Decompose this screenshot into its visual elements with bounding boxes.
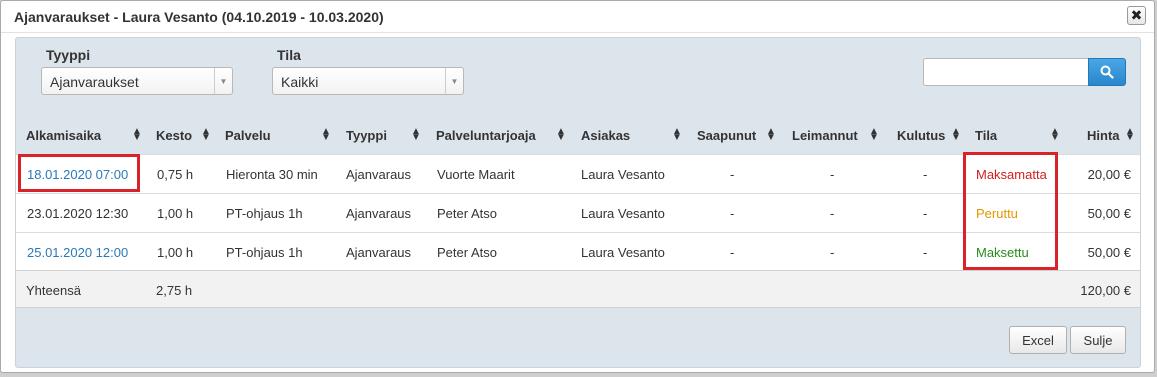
column-header-arrived[interactable]: Saapunut (697, 128, 756, 143)
column-header-service[interactable]: Palvelu (225, 128, 271, 143)
type-select-value: Ajanvaraukset (50, 74, 139, 90)
row-arrived: - (730, 167, 735, 182)
row-status: Maksettu (976, 245, 1029, 260)
row-stamped: - (830, 167, 835, 182)
total-duration: 2,75 h (156, 283, 193, 298)
table-header: Alkamisaika ▲ ▼ Kesto ▲ ▼ Palvelu ▲ ▼ Tyypp… (16, 118, 1140, 154)
chevron-down-icon: ▼ (445, 68, 463, 94)
row-consumption: - (923, 245, 928, 260)
sort-icon[interactable]: ▲ ▼ (556, 127, 566, 143)
table-row: 25.01.2020 12:00 1,00 h PT-ohjaus 1h Aja… (16, 232, 1140, 270)
sort-icon[interactable]: ▲ ▼ (951, 127, 961, 143)
row-arrived: - (730, 245, 735, 260)
search-button[interactable] (1088, 58, 1126, 86)
column-header-stamped[interactable]: Leimannut (792, 128, 858, 143)
close-icon[interactable]: ✖ (1127, 6, 1146, 25)
table-total-row: Yhteensä 2,75 h 120,00 € (16, 270, 1140, 308)
status-filter-label: Tila (277, 47, 301, 63)
sort-icon[interactable]: ▲ ▼ (1050, 127, 1060, 143)
status-select-value: Kaikki (281, 74, 319, 90)
row-duration: 1,00 h (157, 206, 194, 221)
row-provider: Vuorte Maarit (437, 167, 515, 182)
column-header-provider[interactable]: Palveluntarjoaja (436, 128, 536, 143)
type-select[interactable]: Ajanvaraukset ▼ (41, 67, 233, 95)
row-consumption: - (923, 167, 928, 182)
row-stamped: - (830, 245, 835, 260)
row-price: 20,00 € (1087, 167, 1131, 182)
row-price: 50,00 € (1087, 206, 1131, 221)
column-header-status[interactable]: Tila (975, 128, 997, 143)
table-row: 23.01.2020 12:30 1,00 h PT-ohjaus 1h Aja… (16, 193, 1140, 232)
row-duration: 0,75 h (157, 167, 194, 182)
row-price: 50,00 € (1087, 245, 1131, 260)
column-header-duration[interactable]: Kesto (156, 128, 192, 143)
close-button[interactable]: Sulje (1070, 326, 1126, 354)
sort-icon[interactable]: ▲ ▼ (672, 127, 682, 143)
row-provider: Peter Atso (437, 245, 497, 260)
search-icon (1100, 65, 1114, 79)
reservations-dialog: Ajanvaraukset - Laura Vesanto (04.10.201… (0, 0, 1155, 373)
row-arrived: - (730, 206, 735, 221)
column-header-consumption[interactable]: Kulutus (897, 128, 945, 143)
row-type: Ajanvaraus (346, 206, 412, 221)
sort-icon[interactable]: ▲ ▼ (411, 127, 421, 143)
chevron-down-icon: ▼ (214, 68, 232, 94)
status-select[interactable]: Kaikki ▼ (272, 67, 464, 95)
sort-icon[interactable]: ▲ ▼ (1125, 127, 1135, 143)
row-type: Ajanvaraus (346, 245, 412, 260)
row-service: PT-ohjaus 1h (226, 206, 303, 221)
row-type: Ajanvaraus (346, 167, 412, 182)
row-duration: 1,00 h (157, 245, 194, 260)
row-customer: Laura Vesanto (581, 167, 665, 182)
row-start-link[interactable]: 25.01.2020 12:00 (27, 245, 128, 260)
column-header-type[interactable]: Tyyppi (346, 128, 387, 143)
row-customer: Laura Vesanto (581, 206, 665, 221)
dialog-header: Ajanvaraukset - Laura Vesanto (04.10.201… (1, 1, 1154, 33)
sort-icon[interactable]: ▲ ▼ (132, 127, 142, 143)
row-customer: Laura Vesanto (581, 245, 665, 260)
type-filter-label: Tyyppi (46, 47, 91, 63)
row-start-link[interactable]: 18.01.2020 07:00 (27, 167, 128, 182)
column-header-price[interactable]: Hinta (1087, 128, 1120, 143)
row-provider: Peter Atso (437, 206, 497, 221)
sort-icon[interactable]: ▲ ▼ (869, 127, 879, 143)
column-header-start[interactable]: Alkamisaika (26, 128, 101, 143)
sort-icon[interactable]: ▲ ▼ (321, 127, 331, 143)
column-header-customer[interactable]: Asiakas (581, 128, 630, 143)
row-status: Peruttu (976, 206, 1018, 221)
row-status: Maksamatta (976, 167, 1047, 182)
table-row: 18.01.2020 07:00 0,75 h Hieronta 30 min … (16, 154, 1140, 193)
row-service: PT-ohjaus 1h (226, 245, 303, 260)
row-stamped: - (830, 206, 835, 221)
row-service: Hieronta 30 min (226, 167, 318, 182)
sort-icon[interactable]: ▲ ▼ (766, 127, 776, 143)
row-consumption: - (923, 206, 928, 221)
total-label: Yhteensä (26, 283, 81, 298)
sort-icon[interactable]: ▲ ▼ (201, 127, 211, 143)
total-price: 120,00 € (1080, 283, 1131, 298)
search-input[interactable] (923, 58, 1088, 86)
excel-button[interactable]: Excel (1009, 326, 1067, 354)
row-start: 23.01.2020 12:30 (27, 206, 129, 221)
dialog-title: Ajanvaraukset - Laura Vesanto (04.10.201… (14, 9, 384, 25)
content-panel: Tyyppi Ajanvaraukset ▼ Tila Kaikki ▼ Alk… (15, 37, 1141, 368)
